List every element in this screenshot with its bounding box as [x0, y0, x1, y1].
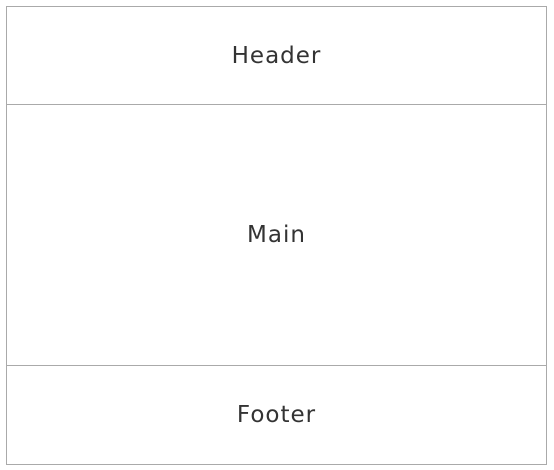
footer-section: Footer: [6, 365, 547, 465]
header-label: Header: [231, 42, 322, 69]
header-section: Header: [6, 6, 547, 106]
main-section: Main: [6, 104, 547, 367]
footer-label: Footer: [236, 402, 317, 428]
main-label: Main: [247, 222, 306, 248]
